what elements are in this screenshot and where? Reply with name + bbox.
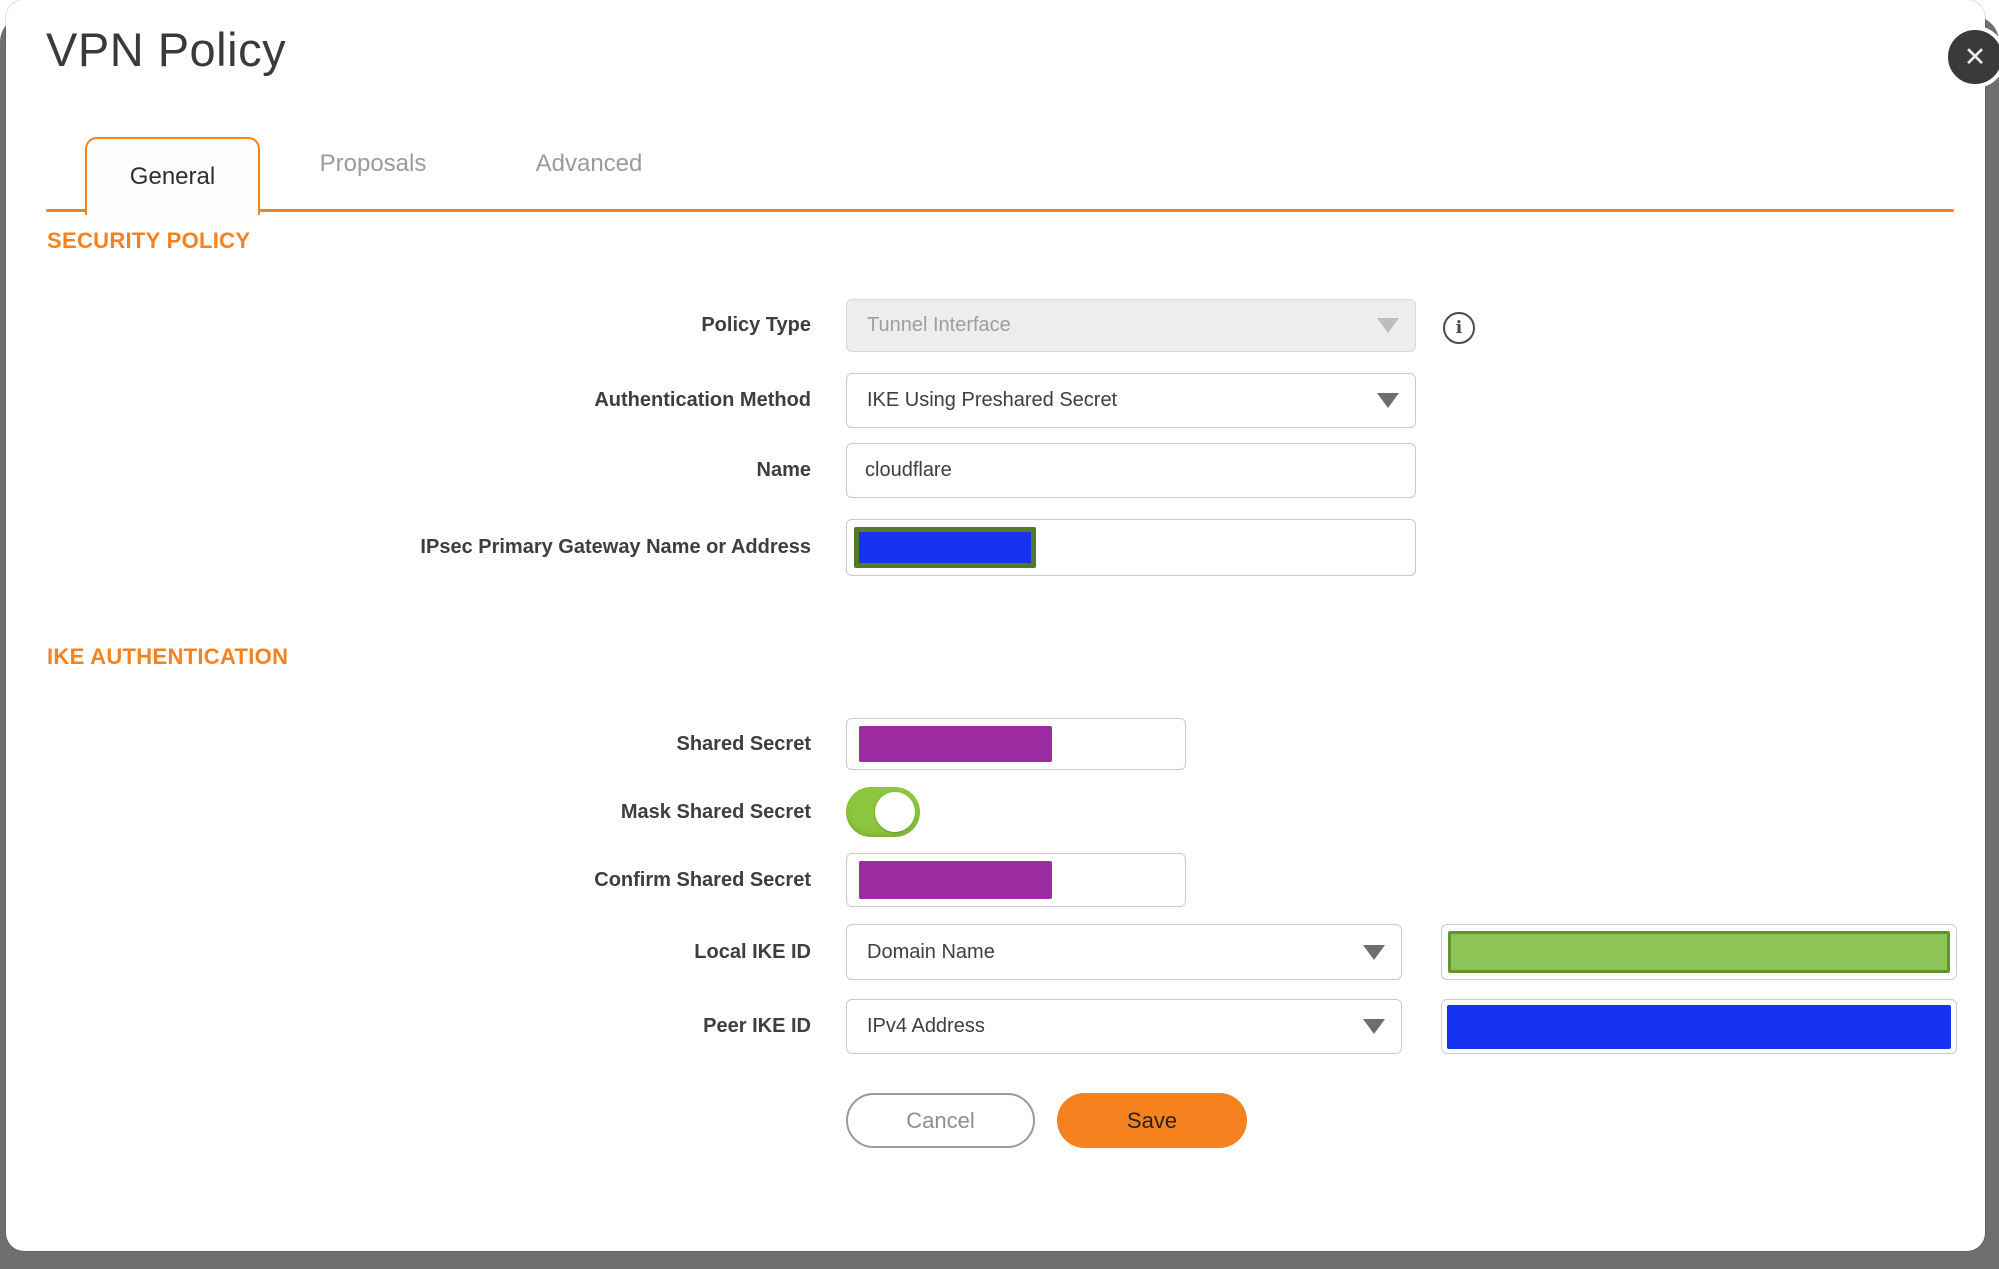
policy-type-value: Tunnel Interface [867, 314, 1011, 336]
gateway-label: IPsec Primary Gateway Name or Address [420, 536, 811, 558]
shared-secret-label: Shared Secret [676, 732, 811, 755]
name-row: Name cloudflare [6, 443, 1416, 498]
local-ike-id-row: Local IKE ID Domain Name [6, 924, 1957, 980]
close-icon: ✕ [1963, 41, 1987, 72]
confirm-shared-secret-label: Confirm Shared Secret [594, 868, 811, 891]
confirm-shared-secret-input[interactable] [846, 853, 1186, 907]
shared-secret-input[interactable] [846, 718, 1186, 770]
gateway-row: IPsec Primary Gateway Name or Address [6, 519, 1416, 576]
close-button[interactable]: ✕ [1944, 26, 1999, 88]
peer-ike-id-select[interactable]: IPv4 Address [846, 999, 1402, 1054]
auth-method-select[interactable]: IKE Using Preshared Secret [846, 373, 1416, 428]
tab-general[interactable]: General [85, 137, 260, 219]
vpn-policy-modal: VPN Policy General Proposals Advanced SE… [0, 0, 1999, 1269]
policy-type-select[interactable]: Tunnel Interface [846, 299, 1416, 352]
gateway-redacted-value [854, 527, 1036, 568]
peer-ike-id-label: Peer IKE ID [703, 1015, 811, 1037]
tab-general-label: General [129, 163, 216, 190]
mask-shared-secret-label: Mask Shared Secret [620, 800, 811, 823]
tab-bar-underline [46, 209, 1954, 212]
local-ike-id-select[interactable]: Domain Name [846, 924, 1402, 980]
chevron-down-icon [1363, 1019, 1385, 1034]
save-button[interactable]: Save [1057, 1093, 1247, 1148]
local-ike-id-value-input[interactable] [1441, 924, 1957, 980]
action-button-row: Cancel Save [846, 1093, 1247, 1148]
section-ike-authentication: IKE AUTHENTICATION [47, 644, 289, 669]
confirm-shared-secret-row: Confirm Shared Secret [6, 853, 1186, 907]
shared-secret-row: Shared Secret [6, 718, 1186, 770]
tab-advanced[interactable]: Advanced [499, 150, 679, 178]
confirm-shared-secret-redacted-value [859, 861, 1052, 899]
vpn-policy-dialog: VPN Policy General Proposals Advanced SE… [6, 0, 1985, 1251]
name-label: Name [756, 459, 811, 481]
peer-ike-id-value-input[interactable] [1441, 999, 1957, 1054]
tab-proposals-label: Proposals [319, 150, 427, 177]
auth-method-label: Authentication Method [594, 389, 811, 411]
local-ike-id-type-value: Domain Name [867, 940, 995, 963]
peer-ike-id-row: Peer IKE ID IPv4 Address [6, 999, 1957, 1054]
mask-shared-secret-toggle[interactable] [846, 787, 920, 837]
cancel-button[interactable]: Cancel [846, 1093, 1035, 1148]
info-icon[interactable]: i [1443, 312, 1475, 344]
mask-shared-secret-row: Mask Shared Secret [6, 786, 920, 838]
tab-advanced-label: Advanced [535, 150, 643, 177]
peer-ike-id-type-value: IPv4 Address [867, 1015, 985, 1037]
section-security-policy: SECURITY POLICY [47, 228, 251, 253]
page-title: VPN Policy [46, 23, 287, 76]
local-ike-id-label: Local IKE ID [694, 940, 811, 963]
shared-secret-redacted-value [859, 726, 1052, 762]
name-value: cloudflare [865, 459, 952, 481]
toggle-knob [875, 792, 915, 832]
local-ike-id-redacted-value [1448, 931, 1950, 973]
auth-method-value: IKE Using Preshared Secret [867, 389, 1118, 411]
auth-method-row: Authentication Method IKE Using Preshare… [6, 373, 1416, 428]
gateway-input[interactable] [846, 519, 1416, 576]
policy-type-label: Policy Type [701, 314, 811, 336]
name-input[interactable]: cloudflare [846, 443, 1416, 498]
chevron-down-icon [1377, 393, 1399, 408]
chevron-down-icon [1363, 944, 1385, 960]
policy-type-row: Policy Type Tunnel Interface [6, 299, 1416, 352]
peer-ike-id-redacted-value [1447, 1005, 1951, 1049]
info-icon-glyph: i [1455, 318, 1463, 338]
chevron-down-icon [1377, 318, 1399, 333]
tab-proposals[interactable]: Proposals [283, 150, 463, 178]
